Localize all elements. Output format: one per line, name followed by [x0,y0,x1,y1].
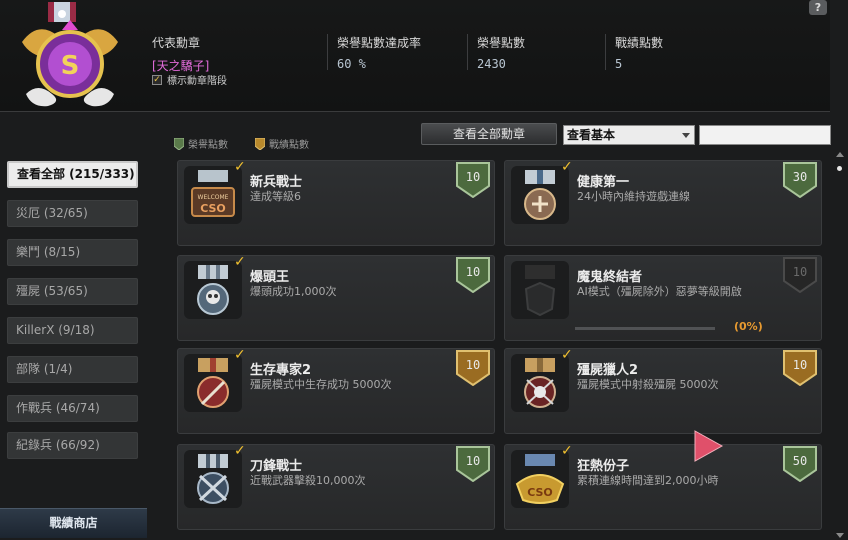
view-filter-select[interactable]: 查看基本 [563,125,695,145]
achievement-desc: 爆頭成功1,000次 [250,285,337,298]
battle-points: 戰績點數 5 [615,34,663,71]
show-stage-label: 標示勳章階段 [167,76,227,87]
chevron-down-icon [682,133,690,138]
category-squad[interactable]: 部隊 (1/4) [7,356,138,383]
achievement-card[interactable]: ✓ 生存專家2 殭屍模式中生存成功 5000次 10 [177,347,495,434]
svg-text:S: S [61,51,80,81]
svg-text:CSO: CSO [527,486,553,499]
battle-points-label: 戰績點數 [615,36,664,50]
category-record[interactable]: 紀錄兵 (66/92) [7,432,138,459]
legend-battle: 戰績點數 [255,136,309,151]
representative-medal: 代表勳章 [天之驕子] [152,34,209,74]
legend-honor-label: 榮譽點數 [188,140,228,151]
category-zombie[interactable]: 殭屍 (53/65) [7,278,138,305]
honor-shield-icon [174,137,184,150]
category-fun[interactable]: 樂鬥 (8/15) [7,239,138,266]
completed-check-icon: ✓ [561,347,573,363]
points-badge: 50 [783,446,817,483]
honor-rate-value: 60 % [337,57,366,71]
points-value: 50 [792,454,808,468]
demon-medal-icon [524,265,556,317]
points-value: 10 [465,358,481,372]
progress-bar [575,327,715,330]
legend-honor: 榮譽點數 [174,136,228,151]
achievement-desc: 近戰武器擊殺10,000次 [250,474,366,487]
points-badge: 30 [783,162,817,199]
view-all-medals-button[interactable]: 查看全部勳章 [421,123,557,145]
svg-text:CSO: CSO [200,202,226,215]
points-badge: 10 [783,257,817,294]
scrollbar[interactable] [834,152,846,538]
achievement-card[interactable]: CSO ✓ 狂熱份子 累積連線時間達到2,000小時 50 [504,443,822,530]
honor-points: 榮譽點數 2430 [477,34,525,71]
scroll-thumb[interactable] [837,166,842,171]
scroll-up-icon[interactable] [836,152,844,157]
honor-rate: 榮譽點數達成率 60 % [337,34,421,71]
points-value: 10 [465,170,481,184]
honor-points-label: 榮譽點數 [477,36,526,50]
honor-rate-label: 榮譽點數達成率 [337,36,422,50]
achievement-card[interactable]: WELCOME CSO ✓ 新兵戰士 達成等級6 10 [177,159,495,246]
divider [467,34,468,70]
profile-header: ? S 代表勳章 [天之驕子] 榮譽點數達成率 60 % 榮譽點數 2430 戰… [0,0,830,112]
battle-shield-icon [255,137,265,150]
achievement-desc: 累積連線時間達到2,000小時 [577,474,719,487]
points-value: 30 [792,170,808,184]
points-badge: 10 [456,446,490,483]
category-disaster[interactable]: 災厄 (32/65) [7,200,138,227]
battle-points-value: 5 [615,57,623,71]
achievement-card[interactable]: ✓ 刀鋒戰士 近戰武器擊殺10,000次 10 [177,443,495,530]
category-sidebar: 查看全部 (215/333) 災厄 (32/65) 樂鬥 (8/15) 殭屍 (… [0,152,150,510]
achievement-desc: AI模式（殭屍除外）惡夢等級開啟 [577,285,742,298]
show-stage-option[interactable]: ✓ 標示勳章階段 [152,72,227,87]
legend-battle-label: 戰績點數 [269,140,309,151]
completed-check-icon: ✓ [234,159,246,175]
battle-shop-button[interactable]: 戰績商店 [0,508,147,538]
svg-text:WELCOME: WELCOME [198,194,229,201]
achievement-desc: 殭屍模式中生存成功 5000次 [250,378,392,391]
achievement-grid: WELCOME CSO ✓ 新兵戰士 達成等級6 10 ✓ 健康第一 24小時內… [172,158,828,540]
points-value: 10 [792,358,808,372]
representative-emblem-icon: S [22,2,118,107]
category-combat[interactable]: 作戰兵 (46/74) [7,395,138,422]
view-filter-value: 查看基本 [567,128,616,142]
achievement-desc: 殭屍模式中射殺殭屍 5000次 [577,378,719,391]
help-button[interactable]: ? [809,0,827,15]
scroll-down-icon[interactable] [836,533,844,538]
achievement-card-locked[interactable]: 魔鬼終結者 AI模式（殭屍除外）惡夢等級開啟 10 (0%) [504,255,822,341]
completed-check-icon: ✓ [234,443,246,459]
points-value: 10 [465,454,481,468]
points-badge: 10 [456,257,490,294]
completed-check-icon: ✓ [234,254,246,270]
mouse-cursor-icon [694,430,724,462]
completed-check-icon: ✓ [561,159,573,175]
achievement-desc: 24小時內維持遊戲連線 [577,190,690,203]
medal-frame [511,261,569,319]
points-badge: 10 [456,162,490,199]
achievement-card[interactable]: ✓ 殭屍獵人2 殭屍模式中射殺殭屍 5000次 10 [504,347,822,434]
completed-check-icon: ✓ [234,347,246,363]
achievement-desc: 達成等級6 [250,190,301,203]
achievement-card[interactable]: ✓ 爆頭王 爆頭成功1,000次 10 [177,254,495,341]
honor-points-value: 2430 [477,57,506,71]
search-input[interactable] [699,125,831,145]
representative-label: 代表勳章 [152,36,201,50]
category-all[interactable]: 查看全部 (215/333) [7,161,138,188]
divider [327,34,328,70]
points-value: 10 [792,265,808,279]
points-badge: 10 [456,350,490,387]
category-killerx[interactable]: KillerX (9/18) [7,317,138,344]
progress-percent: (0%) [734,320,763,333]
achievement-card[interactable]: ✓ 健康第一 24小時內維持遊戲連線 30 [504,159,822,246]
show-stage-checkbox[interactable]: ✓ [152,74,162,85]
completed-check-icon: ✓ [561,443,573,459]
points-badge: 10 [783,350,817,387]
points-value: 10 [465,265,481,279]
divider [605,34,606,70]
